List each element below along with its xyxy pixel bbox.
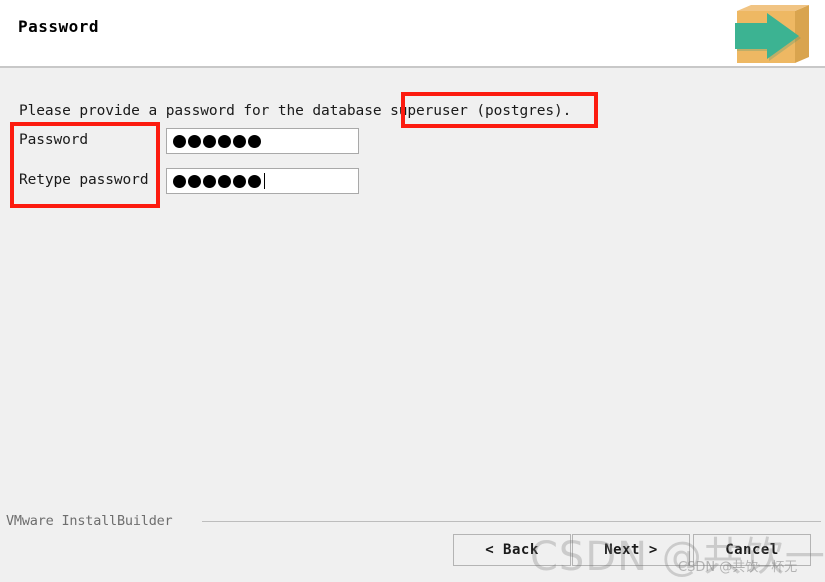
password-dot	[203, 174, 216, 188]
dialog-header: Password	[0, 0, 825, 68]
footer-divider	[202, 521, 821, 522]
installbuilder-brand-label: VMware InstallBuilder	[6, 513, 173, 529]
password-field-row: Password	[0, 128, 400, 156]
password-input[interactable]	[166, 128, 359, 154]
next-button[interactable]: Next >	[572, 534, 690, 566]
password-dot	[233, 174, 246, 188]
back-button[interactable]: < Back	[453, 534, 571, 566]
password-dot	[173, 174, 186, 188]
retype-password-input[interactable]	[166, 168, 359, 194]
retype-password-masked-value	[173, 174, 261, 188]
button-bar: < Back Next > Cancel	[453, 534, 811, 566]
password-dot	[233, 134, 246, 148]
password-dot	[188, 174, 201, 188]
dialog-body: Please provide a password for the databa…	[0, 70, 825, 502]
password-dot	[188, 134, 201, 148]
password-masked-value	[173, 134, 261, 148]
page-title: Password	[18, 17, 100, 36]
password-dot	[173, 134, 186, 148]
password-dot	[218, 134, 231, 148]
password-dot	[248, 134, 261, 148]
retype-password-label: Retype password	[19, 172, 149, 188]
text-cursor	[264, 173, 265, 189]
password-dot	[203, 134, 216, 148]
installer-window: Password Please provide a password for t…	[0, 0, 825, 580]
cancel-button[interactable]: Cancel	[693, 534, 811, 566]
password-dot	[248, 174, 261, 188]
password-dot	[218, 174, 231, 188]
instruction-text: Please provide a password for the databa…	[19, 103, 572, 119]
password-label: Password	[19, 132, 89, 148]
installer-box-arrow-icon	[729, 3, 813, 67]
retype-password-field-row: Retype password	[0, 168, 400, 196]
